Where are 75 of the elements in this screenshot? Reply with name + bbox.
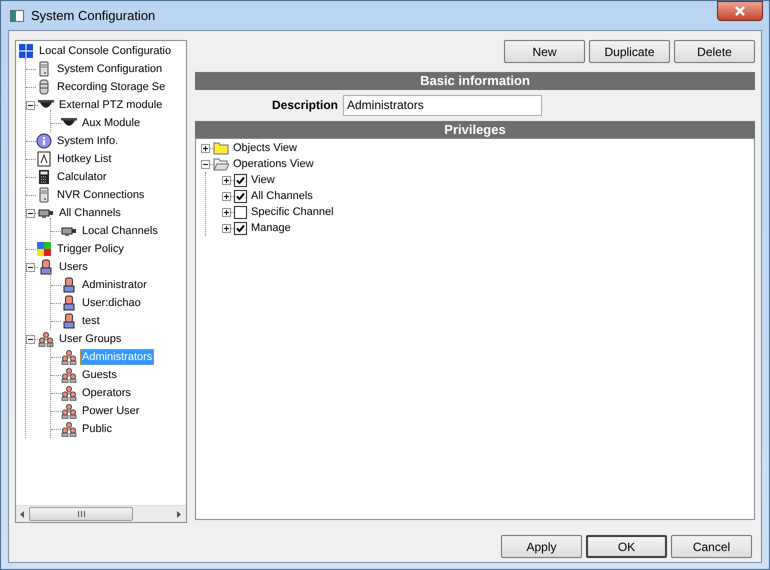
keycap-icon xyxy=(36,151,52,167)
calculator-icon xyxy=(36,169,52,185)
tree-item[interactable]: Manage xyxy=(251,220,291,236)
tree-item[interactable]: Public xyxy=(80,421,114,437)
expand-toggle[interactable] xyxy=(26,262,35,272)
tree-item[interactable]: Calculator xyxy=(55,169,109,185)
dialog-button[interactable]: OK xyxy=(586,535,667,558)
scroll-left-icon[interactable] xyxy=(20,510,25,518)
scroll-right-icon[interactable] xyxy=(176,510,181,518)
tree-item[interactable]: Hotkey List xyxy=(55,151,114,167)
tree-item[interactable]: User Groups xyxy=(57,331,124,347)
description-label: Description xyxy=(270,97,338,114)
user-group-icon xyxy=(61,367,77,383)
user-icon xyxy=(38,259,54,275)
info-icon xyxy=(36,133,52,149)
tree-item[interactable]: Local Channels xyxy=(80,223,160,239)
tree-item[interactable]: User:dichao xyxy=(80,295,143,311)
description-field[interactable]: Administrators xyxy=(343,94,542,116)
tree-item[interactable]: Administrator xyxy=(80,277,149,293)
expand-toggle[interactable] xyxy=(222,176,231,184)
close-icon xyxy=(734,6,746,16)
user-group-icon xyxy=(61,403,77,419)
tree-item[interactable]: Users xyxy=(57,259,90,275)
color-grid-icon xyxy=(36,241,52,257)
close-button[interactable] xyxy=(717,1,763,21)
toolbar-button[interactable]: New xyxy=(504,40,585,63)
expand-toggle[interactable] xyxy=(26,100,35,110)
tree-item[interactable]: Recording Storage Se xyxy=(55,79,168,95)
expand-toggle[interactable] xyxy=(222,192,231,200)
expand-toggle[interactable] xyxy=(26,334,35,344)
expand-toggle[interactable] xyxy=(222,224,231,232)
tree-item[interactable]: Guests xyxy=(80,367,119,383)
tree-item[interactable]: All Channels xyxy=(57,205,123,221)
dialog-button[interactable]: Cancel xyxy=(671,535,752,558)
user-icon xyxy=(61,277,77,293)
user-group-icon xyxy=(61,421,77,437)
user-group-icon xyxy=(61,385,77,401)
expand-toggle[interactable] xyxy=(222,208,231,216)
section-header: Privileges xyxy=(195,121,755,138)
user-group-icon xyxy=(38,331,54,347)
checkbox[interactable] xyxy=(234,190,247,202)
expand-toggle[interactable] xyxy=(201,144,210,152)
tree-item[interactable]: All Channels xyxy=(251,188,313,204)
tree-item[interactable]: Aux Module xyxy=(80,115,142,131)
grid-icon xyxy=(18,43,34,59)
tree-item[interactable]: System Configuration xyxy=(55,61,164,77)
tree-item[interactable]: Trigger Policy xyxy=(55,241,126,257)
tree-item[interactable]: System Info. xyxy=(55,133,120,149)
tree-item[interactable]: Local Console Configuratio xyxy=(37,43,174,59)
toolbar-button[interactable]: Duplicate xyxy=(589,40,670,63)
tree-item[interactable]: Power User xyxy=(80,403,142,419)
toolbar-button[interactable]: Delete xyxy=(674,40,755,63)
user-icon xyxy=(61,295,77,311)
tree-item[interactable]: Objects View xyxy=(233,140,297,156)
section-header: Basic information xyxy=(195,72,755,90)
dialog-button[interactable]: Apply xyxy=(501,535,582,558)
checkbox[interactable] xyxy=(234,222,247,234)
checkbox[interactable] xyxy=(234,174,247,186)
user-group-icon xyxy=(61,349,77,365)
folder-icon xyxy=(213,140,229,156)
tree-item[interactable]: Specific Channel xyxy=(251,204,334,220)
tree-item[interactable]: test xyxy=(80,313,102,329)
expand-toggle[interactable] xyxy=(26,208,35,218)
tree-item[interactable]: NVR Connections xyxy=(55,187,146,203)
folder-icon xyxy=(213,156,229,172)
tree-item[interactable]: View xyxy=(251,172,275,188)
tree-item[interactable]: External PTZ module xyxy=(57,97,164,113)
tree-item[interactable]: Operations View xyxy=(233,156,314,172)
scrollbar-thumb[interactable] xyxy=(29,507,133,521)
user-icon xyxy=(61,313,77,329)
tree-item[interactable]: Operators xyxy=(80,385,133,401)
app-icon xyxy=(10,10,24,22)
checkbox[interactable] xyxy=(234,206,247,218)
expand-toggle[interactable] xyxy=(201,160,210,168)
window-title: System Configuration xyxy=(31,6,156,25)
